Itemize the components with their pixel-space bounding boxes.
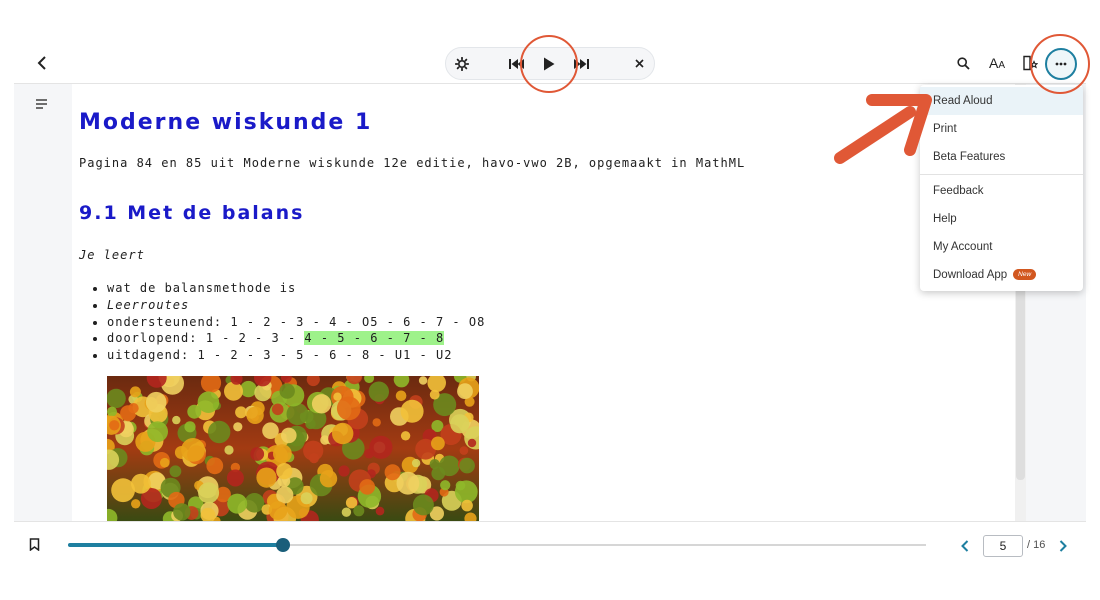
text-size-button[interactable]: AA bbox=[985, 51, 1009, 75]
more-options-menu: Read Aloud Print Beta Features Feedback … bbox=[920, 85, 1083, 291]
document-subtitle: Pagina 84 en 85 uit Moderne wiskunde 12e… bbox=[79, 156, 746, 170]
progress-slider-handle[interactable] bbox=[275, 538, 290, 552]
search-icon bbox=[956, 56, 970, 70]
play-icon bbox=[544, 57, 555, 70]
learn-heading: Je leert bbox=[79, 248, 145, 262]
document-page: Moderne wiskunde 1 Pagina 84 en 85 uit M… bbox=[72, 84, 1015, 521]
previous-page-button[interactable] bbox=[956, 536, 974, 556]
page-number-input[interactable] bbox=[983, 535, 1023, 557]
list-item: doorlopend: 1 - 2 - 3 - 4 - 5 - 6 - 7 - … bbox=[107, 330, 485, 347]
list-icon bbox=[36, 99, 47, 109]
menu-divider bbox=[920, 174, 1083, 175]
back-button[interactable] bbox=[32, 53, 52, 73]
read-aloud-highlight: 4 - 5 - 6 - 7 - 8 bbox=[304, 331, 445, 346]
fruit-market-photo bbox=[107, 376, 479, 521]
menu-item-download-app[interactable]: Download App New bbox=[920, 261, 1083, 289]
menu-item-print[interactable]: Print bbox=[920, 115, 1083, 143]
skip-previous-icon bbox=[509, 58, 524, 69]
document-title: Moderne wiskunde 1 bbox=[79, 110, 373, 135]
next-page-button[interactable] bbox=[1054, 536, 1072, 556]
chevron-left-icon bbox=[961, 540, 969, 552]
skip-next-icon bbox=[574, 58, 589, 69]
close-icon bbox=[634, 59, 644, 68]
close-player-button[interactable] bbox=[630, 48, 648, 79]
read-aloud-player bbox=[445, 47, 655, 80]
more-horizontal-icon bbox=[1055, 62, 1067, 66]
play-button[interactable] bbox=[538, 48, 560, 79]
bookmark-icon bbox=[29, 538, 40, 552]
page-settings-icon bbox=[1023, 55, 1038, 71]
progress-fill bbox=[68, 543, 283, 547]
list-item: ondersteunend: 1 - 2 - 3 - 4 - O5 - 6 - … bbox=[107, 314, 485, 331]
learning-goals-list: wat de balansmethode is Leerroutes onder… bbox=[93, 280, 485, 364]
footer-divider bbox=[14, 521, 1086, 522]
menu-item-beta-features[interactable]: Beta Features bbox=[920, 143, 1083, 171]
menu-item-help[interactable]: Help bbox=[920, 205, 1083, 233]
menu-item-read-aloud[interactable]: Read Aloud bbox=[920, 87, 1083, 115]
page-total: / 16 bbox=[1027, 539, 1046, 551]
more-options-button[interactable] bbox=[1045, 48, 1077, 80]
list-item: Leerroutes bbox=[107, 297, 485, 314]
list-item: uitdagend: 1 - 2 - 3 - 5 - 6 - 8 - U1 - … bbox=[107, 347, 485, 364]
menu-item-my-account[interactable]: My Account bbox=[920, 233, 1083, 261]
previous-sentence-button[interactable] bbox=[506, 48, 528, 79]
page-settings-button[interactable] bbox=[1018, 51, 1042, 75]
section-heading: 9.1 Met de balans bbox=[79, 202, 305, 224]
chevron-right-icon bbox=[1059, 540, 1067, 552]
list-item: wat de balansmethode is bbox=[107, 280, 485, 297]
left-rail bbox=[14, 84, 72, 521]
table-of-contents-button[interactable] bbox=[36, 96, 52, 110]
player-settings-button[interactable] bbox=[452, 48, 472, 79]
gear-icon bbox=[455, 56, 469, 71]
chevron-left-icon bbox=[37, 56, 46, 70]
bookmark-button[interactable] bbox=[29, 538, 43, 554]
next-sentence-button[interactable] bbox=[570, 48, 592, 79]
new-badge: New bbox=[1013, 269, 1037, 281]
text-size-icon: AA bbox=[988, 55, 1005, 71]
menu-item-feedback[interactable]: Feedback bbox=[920, 177, 1083, 205]
search-button[interactable] bbox=[951, 51, 975, 75]
